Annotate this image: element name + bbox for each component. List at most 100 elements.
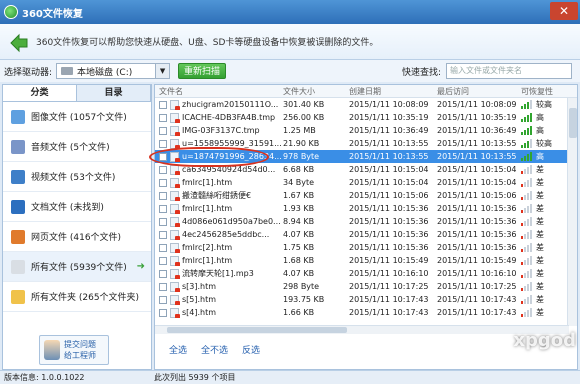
row-checkbox[interactable] — [159, 230, 167, 239]
table-row[interactable]: 流转摩天轮[1].mp3 4.07 KB 2015/1/11 10:16:10 201… — [155, 267, 577, 280]
col-filename[interactable]: 文件名 — [155, 86, 283, 97]
sidebar-item-label: 所有文件 (5939个文件) — [31, 263, 127, 273]
table-row[interactable]: fmlrc[2].htm 1.75 KB 2015/1/11 10:15:36 201… — [155, 241, 577, 254]
table-row[interactable]: fmlrc[1].htm 1.93 KB 2015/1/11 10:15:36 201… — [155, 202, 577, 215]
rescan-button[interactable]: 重新扫描 — [178, 63, 227, 79]
recoverability-cell: 差 — [521, 281, 565, 292]
row-checkbox[interactable] — [159, 282, 167, 291]
category-list: 图像文件 (1057个文件) 音频文件 (5个文件) 视频文件 (53个文件) 文档文… — [3, 102, 151, 312]
col-size[interactable]: 文件大小 — [283, 86, 349, 97]
row-checkbox[interactable] — [159, 243, 167, 252]
search-input[interactable]: 输入文件或文件夹名 — [446, 63, 572, 79]
row-checkbox[interactable] — [159, 308, 167, 317]
sidebar-item[interactable]: 图像文件 (1057个文件) — [3, 102, 151, 132]
signal-bars-icon — [521, 243, 533, 252]
table-row[interactable]: IMG-03F3137C.tmp 1.25 MB 2015/1/11 10:36:4… — [155, 124, 577, 137]
sidebar-item[interactable]: 文档文件 (未找到) — [3, 192, 151, 222]
table-row[interactable]: s[4].htm 1.66 KB 2015/1/11 10:17:43 2015/1/… — [155, 306, 577, 319]
table-row[interactable]: fmlrc[1].htm 1.68 KB 2015/1/11 10:15:49 201… — [155, 254, 577, 267]
col-recoverability[interactable]: 可恢复性 — [521, 86, 565, 97]
table-row[interactable]: 搬渣髓絲哘绀銹便€ 1.67 KB 2015/1/11 10:15:06 2015/1… — [155, 189, 577, 202]
file-name-cell: ICACHE-4DB3FA4B.tmp — [155, 112, 283, 123]
sidebar-item[interactable]: 所有文件夹 (265个文件夹) — [3, 282, 151, 312]
signal-bars-icon — [521, 152, 533, 161]
col-accessed[interactable]: 最后访问 — [437, 86, 521, 97]
signal-bars-icon — [521, 295, 533, 304]
file-name-cell: fmlrc[1].htm — [155, 177, 283, 188]
sidebar-item[interactable]: 网页文件 (416个文件) — [3, 222, 151, 252]
tab-directory[interactable]: 目录 — [77, 85, 151, 101]
select-none-link[interactable]: 全不选 — [201, 343, 228, 356]
file-name-cell: 4ec2456285e5ddbc... — [155, 229, 283, 240]
tab-category[interactable]: 分类 — [3, 85, 77, 101]
sidebar-item-label: 所有文件夹 (265个文件夹) — [31, 293, 140, 303]
table-row[interactable]: 4ec2456285e5ddbc... 4.07 KB 2015/1/11 10:1… — [155, 228, 577, 241]
recoverability-text: 差 — [536, 217, 544, 226]
file-name-cell: 流转摩天轮[1].mp3 — [155, 268, 283, 279]
sidebar: 分类 目录 图像文件 (1057个文件) 音频文件 (5个文件) 视频文件 (53个… — [2, 84, 152, 370]
table-row[interactable]: zhucigram20150111O... 301.40 KB 2015/1/11 … — [155, 98, 577, 111]
row-checkbox[interactable] — [159, 139, 167, 148]
recoverability-cell: 差 — [521, 164, 565, 175]
row-checkbox[interactable] — [159, 178, 167, 187]
deleted-file-icon — [170, 281, 180, 292]
document-icon — [11, 199, 25, 214]
table-row[interactable]: ICACHE-4DB3FA4B.tmp 256.00 KB 2015/1/11 10… — [155, 111, 577, 124]
sidebar-item-label: 图像文件 (1057个文件) — [31, 113, 127, 123]
vertical-scrollbar[interactable] — [567, 98, 577, 326]
search-label: 快速查找: — [402, 67, 442, 78]
table-row[interactable]: s[5].htm 193.75 KB 2015/1/11 10:17:43 2015/… — [155, 293, 577, 306]
table-row[interactable]: fmlrc[1].htm 34 Byte 2015/1/11 10:15:04 201… — [155, 176, 577, 189]
accessed-date: 2015/1/11 10:15:36 — [437, 230, 517, 239]
row-checkbox[interactable] — [159, 295, 167, 304]
row-checkbox[interactable] — [159, 204, 167, 213]
file-rows: zhucigram20150111O... 301.40 KB 2015/1/11 … — [155, 98, 577, 319]
recoverability-cell: 较高 — [521, 138, 565, 149]
created-date: 2015/1/11 10:15:06 — [349, 191, 429, 200]
sidebar-item[interactable]: 所有文件 (5939个文件) ➜ — [3, 252, 151, 282]
scroll-thumb[interactable] — [167, 327, 347, 333]
recoverability-text: 差 — [536, 256, 544, 265]
chevron-down-icon[interactable]: ▼ — [155, 64, 170, 78]
row-checkbox[interactable] — [159, 269, 167, 278]
signal-bars-icon — [521, 217, 533, 226]
submit-issue-button[interactable]: 提交问题 给工程师 — [39, 335, 109, 365]
deleted-file-icon — [170, 190, 180, 201]
row-checkbox[interactable] — [159, 165, 167, 174]
deleted-file-icon — [170, 203, 180, 214]
col-created[interactable]: 创建日期 — [349, 86, 437, 97]
row-checkbox[interactable] — [159, 191, 167, 200]
deleted-file-icon — [170, 255, 180, 266]
sidebar-item[interactable]: 音频文件 (5个文件) — [3, 132, 151, 162]
arrow-right-icon: ➜ — [136, 261, 145, 272]
close-button[interactable]: ✕ — [550, 2, 578, 20]
invert-selection-link[interactable]: 反选 — [242, 343, 260, 356]
file-size: 1.66 KB — [283, 308, 315, 317]
created-date: 2015/1/11 10:15:04 — [349, 178, 429, 187]
file-size: 1.75 KB — [283, 243, 315, 252]
signal-bars-icon — [521, 256, 533, 265]
row-checkbox[interactable] — [159, 113, 167, 122]
row-checkbox[interactable] — [159, 126, 167, 135]
select-all-link[interactable]: 全选 — [169, 343, 187, 356]
file-name: fmlrc[1].htm — [182, 204, 233, 213]
drive-value: 本地磁盘 (C:) — [77, 67, 133, 78]
file-name: 流转摩天轮[1].mp3 — [182, 269, 254, 278]
file-name-cell: s[4].htm — [155, 307, 283, 318]
signal-bars-icon — [521, 165, 533, 174]
scroll-thumb[interactable] — [569, 108, 577, 138]
window-title: 360文件恢复 — [22, 8, 83, 20]
row-checkbox[interactable] — [159, 217, 167, 226]
table-row[interactable]: 4d086e061d950a7be0... 8.94 KB 2015/1/11 10… — [155, 215, 577, 228]
sidebar-item[interactable]: 视频文件 (53个文件) — [3, 162, 151, 192]
row-checkbox[interactable] — [159, 100, 167, 109]
signal-bars-icon — [521, 100, 533, 109]
signal-bars-icon — [521, 230, 533, 239]
created-date: 2015/1/11 10:15:49 — [349, 256, 429, 265]
file-size: 193.75 KB — [283, 295, 325, 304]
table-row[interactable]: s[3].htm 298 Byte 2015/1/11 10:17:25 2015/1… — [155, 280, 577, 293]
deleted-file-icon — [170, 216, 180, 227]
row-checkbox[interactable] — [159, 256, 167, 265]
file-size: 6.68 KB — [283, 165, 315, 174]
drive-select[interactable]: 本地磁盘 (C:) ▼ — [56, 63, 171, 79]
